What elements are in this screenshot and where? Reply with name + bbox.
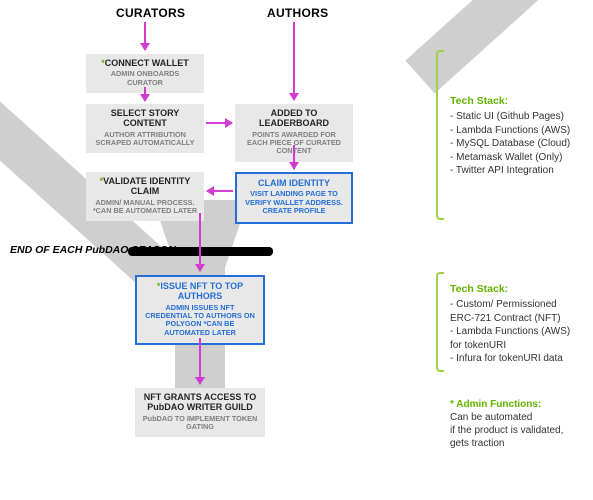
box-sub: AUTHOR ATTRIBUTION SCRAPED AUTOMATICALLY xyxy=(92,131,198,148)
admin-note-line: if the product is validated, xyxy=(450,424,563,437)
box-nft-grants: NFT GRANTS ACCESS TO PubDAO WRITER GUILD… xyxy=(135,388,265,437)
tech-stack-item: - Lambda Functions (AWS) xyxy=(450,325,570,339)
arrow-issue-to-grants xyxy=(199,338,201,384)
column-header-curators: CURATORS xyxy=(116,6,185,20)
arrow-leaderboard-to-claim xyxy=(293,145,295,169)
box-select-story: SELECT STORY CONTENT AUTHOR ATTRIBUTION … xyxy=(86,104,204,153)
box-sub: ADMIN ISSUES NFT CREDENTIAL TO AUTHORS O… xyxy=(143,304,257,338)
tech-stack-item: - Custom/ Permissioned xyxy=(450,298,570,312)
box-title: VALIDATE IDENTITY CLAIM xyxy=(103,176,190,196)
tech-stack-item: ERC-721 Contract (NFT) xyxy=(450,312,570,326)
box-sub: ADMIN ONBOARDS CURATOR xyxy=(92,70,198,87)
box-validate-identity: *VALIDATE IDENTITY CLAIM ADMIN/ MANUAL P… xyxy=(86,172,204,221)
arrow-curators-down xyxy=(144,22,146,50)
box-sub: ADMIN/ MANUAL PROCESS. *CAN BE AUTOMATED… xyxy=(92,199,198,216)
bracket-top xyxy=(436,50,444,220)
diagram-canvas: CURATORS AUTHORS *CONNECT WALLET ADMIN O… xyxy=(0,0,593,500)
tech-stack-item: - Twitter API Integration xyxy=(450,164,570,178)
box-title: CLAIM IDENTITY xyxy=(243,178,345,188)
box-title: ISSUE NFT TO TOP AUTHORS xyxy=(160,281,243,301)
tech-stack-heading: Tech Stack: xyxy=(450,94,570,108)
admin-functions-note: * Admin Functions: Can be automated if t… xyxy=(450,398,563,450)
tech-stack-item: - Metamask Wallet (Only) xyxy=(450,151,570,165)
tech-stack-item: - Infura for tokenURI data xyxy=(450,352,570,366)
tech-stack-heading: Tech Stack: xyxy=(450,282,570,296)
funnel-right-bar xyxy=(405,0,593,93)
column-header-authors: AUTHORS xyxy=(267,6,328,20)
arrow-connect-to-select xyxy=(144,87,146,101)
box-title: SELECT STORY CONTENT xyxy=(92,108,198,129)
box-title: ADDED TO LEADERBOARD xyxy=(241,108,347,129)
season-label: END OF EACH PubDAO SEASON xyxy=(10,244,176,256)
tech-stack-item: - MySQL Database (Cloud) xyxy=(450,137,570,151)
arrow-validate-to-issue xyxy=(199,213,201,271)
admin-note-line: Can be automated xyxy=(450,411,563,424)
box-claim-identity: CLAIM IDENTITY VISIT LANDING PAGE TO VER… xyxy=(235,172,353,224)
bracket-bottom xyxy=(436,272,444,372)
arrow-claim-to-validate xyxy=(207,190,233,192)
tech-stack-bottom: Tech Stack: - Custom/ Permissioned ERC-7… xyxy=(450,282,570,366)
box-title: NFT GRANTS ACCESS TO PubDAO WRITER GUILD xyxy=(141,392,259,413)
box-title: CONNECT WALLET xyxy=(105,58,189,68)
arrow-authors-down xyxy=(293,22,295,100)
admin-note-line: gets traction xyxy=(450,437,563,450)
tech-stack-item: - Lambda Functions (AWS) xyxy=(450,124,570,138)
box-sub: PubDAO TO IMPLEMENT TOKEN GATING xyxy=(141,415,259,432)
box-issue-nft: *ISSUE NFT TO TOP AUTHORS ADMIN ISSUES N… xyxy=(135,275,265,345)
tech-stack-item: for tokenURI xyxy=(450,339,570,353)
tech-stack-top: Tech Stack: - Static UI (Github Pages) -… xyxy=(450,94,570,178)
admin-note-heading: * Admin Functions: xyxy=(450,398,563,411)
box-sub: VISIT LANDING PAGE TO VERIFY WALLET ADDR… xyxy=(243,190,345,215)
tech-stack-item: - Static UI (Github Pages) xyxy=(450,110,570,124)
arrow-select-to-leaderboard xyxy=(206,122,232,124)
